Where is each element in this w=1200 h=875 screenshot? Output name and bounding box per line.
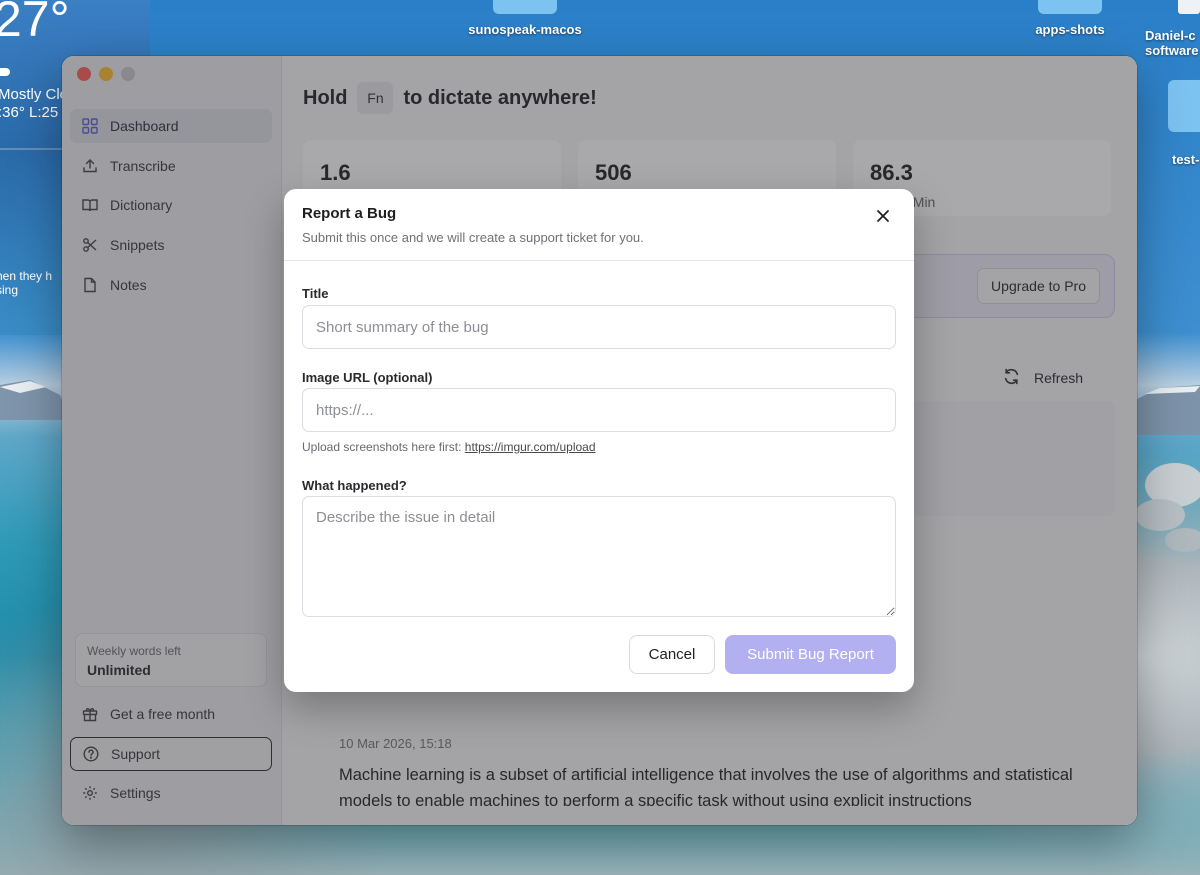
desktop-file-label-line1: Daniel-c [1145,28,1196,43]
details-field-label: What happened? [302,478,407,493]
desktop-folder-label: apps-shots [1035,22,1105,37]
widget-tip-line1: hen they h [0,269,53,283]
submit-bug-report-button[interactable]: Submit Bug Report [725,635,896,674]
image-url-input[interactable] [302,388,896,432]
dialog-title: Report a Bug [302,205,397,222]
cancel-button[interactable]: Cancel [629,635,715,674]
wallpaper-mountain-left [0,380,70,420]
weather-high-low: :36° L:25 [0,104,59,121]
widget-tip: hen they h sing [0,269,52,297]
desktop-folder-label: sunospeak-macos [468,22,582,37]
upload-hint-text: Upload screenshots here first: [302,440,462,454]
title-field-label: Title [302,286,329,301]
desktop-folder-sunospeak[interactable]: sunospeak-macos [460,0,590,37]
folder-icon [1038,0,1102,14]
folder-icon [493,0,557,14]
weather-temperature: 27° [0,0,70,47]
desktop-folder-test[interactable]: test- [1168,80,1200,167]
wallpaper-mountain-right [1135,385,1200,435]
upload-hint: Upload screenshots here first: https://i… [302,440,596,454]
weather-condition: Mostly Clo [0,86,69,103]
report-bug-dialog: Report a Bug Submit this once and we wil… [284,189,914,692]
widget-tip-line2: sing [0,283,19,297]
dialog-subtitle: Submit this once and we will create a su… [302,230,644,245]
title-input[interactable] [302,305,896,349]
details-textarea[interactable] [302,496,896,617]
dialog-header: Report a Bug Submit this once and we wil… [284,189,914,261]
desktop-file-label-line2: software [1145,43,1199,58]
imgur-upload-link[interactable]: https://imgur.com/upload [465,440,596,454]
desktop-file-daniel[interactable]: Daniel-c software [1145,0,1200,58]
document-icon [1178,0,1200,14]
wallpaper-rocks-right [1135,463,1200,552]
desktop-folder-apps-shots[interactable]: apps-shots [1020,0,1120,37]
cloud-icon [0,68,10,76]
desktop-folder-label: test- [1172,152,1200,167]
close-icon[interactable] [874,207,892,225]
image-url-label: Image URL (optional) [302,370,433,385]
folder-icon [1168,80,1200,132]
